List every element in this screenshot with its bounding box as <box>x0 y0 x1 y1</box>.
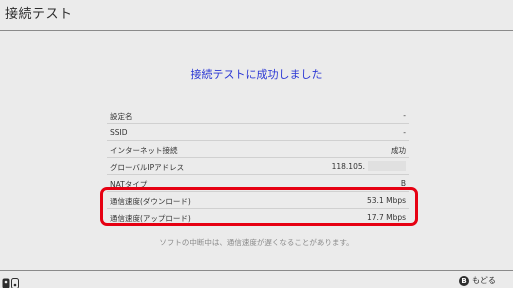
joycon-icon <box>2 274 20 288</box>
speed-note: ソフトの中断中は、通信速度が遅くなることがあります。 <box>159 238 354 247</box>
row-internet-connection: インターネット接続 成功 <box>107 141 409 158</box>
row-global-ip: グローバルIPアドレス 118.105. <box>107 158 409 175</box>
row-value: 118.105. <box>331 162 365 171</box>
back-button-label[interactable]: もどる <box>472 275 496 286</box>
row-label: 設定名 <box>110 112 133 121</box>
row-label: グローバルIPアドレス <box>110 163 185 172</box>
footer: B もどる <box>0 270 513 288</box>
header: 接続テスト <box>0 0 513 31</box>
connection-test-screen: 接続テスト 接続テストに成功しました 設定名 - SSID - インターネット接… <box>0 0 513 288</box>
row-value: - <box>403 111 406 120</box>
footer-divider <box>0 270 513 271</box>
row-value: - <box>403 128 406 137</box>
header-divider <box>0 30 513 31</box>
ip-redaction-mask <box>368 161 406 171</box>
success-message: 接続テストに成功しました <box>190 68 323 81</box>
page-title: 接続テスト <box>5 7 73 22</box>
row-value: 成功 <box>391 146 406 155</box>
row-setting-name: 設定名 - <box>107 107 409 124</box>
speed-highlight-box <box>100 187 418 226</box>
row-label: インターネット接続 <box>110 146 178 155</box>
row-label: SSID <box>110 128 128 137</box>
b-button-icon[interactable]: B <box>459 276 469 286</box>
row-ssid: SSID - <box>107 124 409 141</box>
